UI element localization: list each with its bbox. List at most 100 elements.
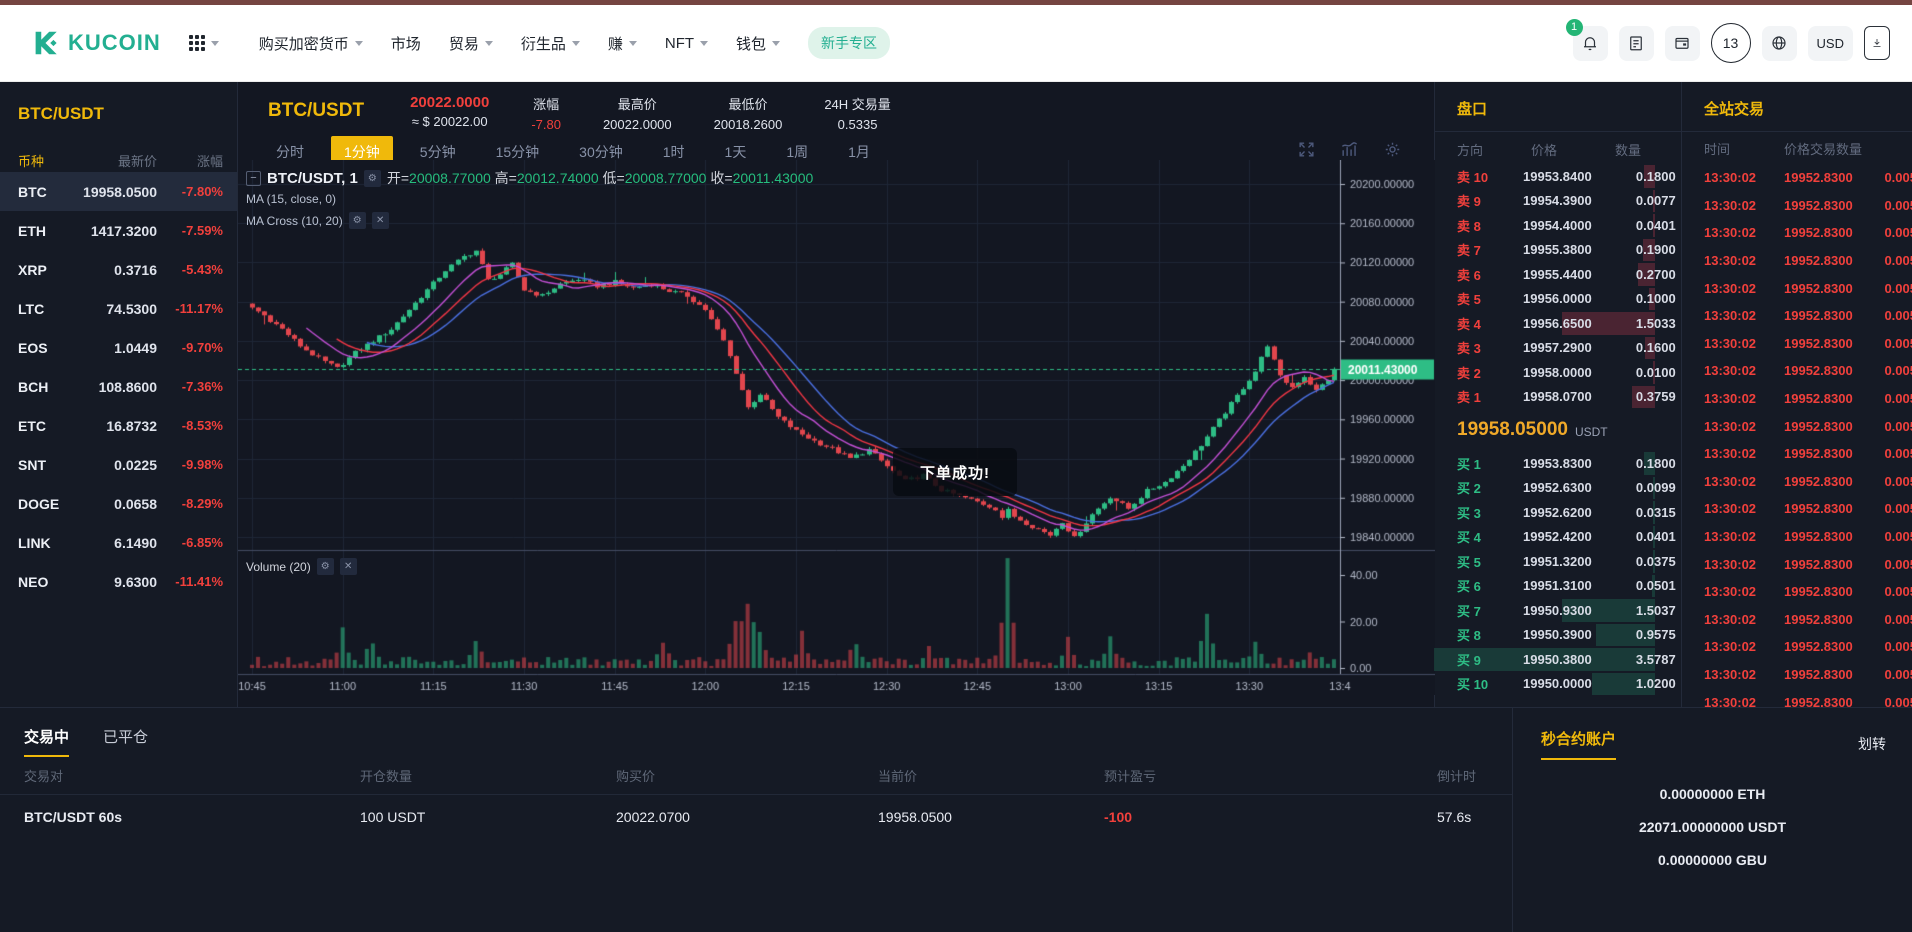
coin-row-ETH[interactable]: ETH1417.3200-7.59% <box>0 211 237 250</box>
tab-已平仓[interactable]: 已平仓 <box>103 726 148 757</box>
position-pair: BTC/USDT 60s <box>24 809 360 825</box>
orderbook-ask-row[interactable]: 卖 1019953.84000.1800 <box>1435 164 1681 189</box>
coin-row-ETC[interactable]: ETC16.8732-8.53% <box>0 406 237 445</box>
document-icon <box>1627 34 1645 52</box>
trade-row: 13:30:0219952.83000.005043 <box>1682 523 1912 551</box>
orderbook-ask-row[interactable]: 卖 419956.65001.5033 <box>1435 311 1681 336</box>
coin-row-LINK[interactable]: LINK6.1490-6.85% <box>0 523 237 562</box>
trade-time: 13:30:02 <box>1704 170 1784 185</box>
collapse-series-icon[interactable]: − <box>246 171 261 186</box>
order-price: 19956.0000 <box>1523 291 1592 306</box>
kucoin-logo-icon <box>30 28 60 58</box>
orderbook-bid-row[interactable]: 买 719950.93001.5037 <box>1435 598 1681 623</box>
orderbook-ask-row[interactable]: 卖 319957.29000.1600 <box>1435 336 1681 361</box>
menu-item-贸易[interactable]: 贸易 <box>449 33 493 54</box>
orderbook-ask-row[interactable]: 卖 219958.00000.0100 <box>1435 360 1681 385</box>
stat-value: 20018.2600 <box>714 117 783 132</box>
coin-row-SNT[interactable]: SNT0.0225-9.98% <box>0 445 237 484</box>
menu-item-钱包[interactable]: 钱包 <box>736 33 780 54</box>
orderbook-bid-row[interactable]: 买 219952.63000.0099 <box>1435 476 1681 501</box>
menu-item-NFT[interactable]: NFT <box>665 35 708 52</box>
ma-cross-settings-gear-icon[interactable]: ⚙ <box>349 212 366 229</box>
trade-qty: 0.005043 <box>1853 170 1912 185</box>
order-price: 19953.8400 <box>1523 169 1592 184</box>
apps-grid-icon[interactable] <box>189 35 219 51</box>
transfer-button[interactable]: 划转 <box>1858 734 1886 754</box>
open-orders-count-button[interactable]: 13 <box>1711 23 1751 63</box>
ohlc-item: 收=20011.43000 <box>706 170 813 186</box>
coin-row-DOGE[interactable]: DOGE0.0658-8.29% <box>0 484 237 523</box>
coin-change: -9.70% <box>157 340 223 355</box>
orderbook-bid-row[interactable]: 买 1019950.00001.0200 <box>1435 672 1681 697</box>
stat-涨幅: 涨幅-7.80 <box>531 94 561 132</box>
download-app-button[interactable] <box>1864 26 1890 60</box>
coin-change: -8.29% <box>157 496 223 511</box>
fullscreen-icon[interactable] <box>1297 140 1316 159</box>
coin-row-BCH[interactable]: BCH108.8600-7.36% <box>0 367 237 406</box>
col-direction: 方向 <box>1457 140 1523 159</box>
currency-selector[interactable]: USD <box>1808 26 1853 61</box>
series-settings-gear-icon[interactable]: ⚙ <box>364 170 381 187</box>
orderbook-ask-row[interactable]: 卖 619955.44000.2700 <box>1435 262 1681 287</box>
volume-indicator-row: Volume (20) ⚙ ✕ <box>246 558 357 575</box>
mid-price-row: 19958.05000 USDT <box>1435 409 1681 451</box>
stat-最高价: 最高价20022.0000 <box>603 94 672 132</box>
orderbook-bid-row[interactable]: 买 419952.42000.0401 <box>1435 525 1681 550</box>
coin-symbol: ETC <box>18 418 78 434</box>
orderbook-bid-row[interactable]: 买 119953.83000.1800 <box>1435 451 1681 476</box>
orderbook-ask-row[interactable]: 卖 119958.07000.3759 <box>1435 385 1681 410</box>
position-amount: 100 USDT <box>360 809 616 825</box>
coin-row-LTC[interactable]: LTC74.5300-11.17% <box>0 289 237 328</box>
side-label: 买 5 <box>1457 552 1523 571</box>
trade-price: 19952.8300 <box>1784 253 1853 268</box>
order-qty: 1.5033 <box>1592 316 1676 331</box>
trade-qty: 0.005043 <box>1853 474 1912 489</box>
trade-time: 13:30:02 <box>1704 308 1784 323</box>
orderbook-bid-row[interactable]: 买 919950.38003.5787 <box>1435 647 1681 672</box>
newbie-zone-badge[interactable]: 新手专区 <box>808 27 890 59</box>
order-qty: 0.0100 <box>1592 365 1676 380</box>
ma-cross-remove-icon[interactable]: ✕ <box>372 212 389 229</box>
trade-price: 19952.8300 <box>1784 391 1853 406</box>
coin-row-EOS[interactable]: EOS1.0449-9.70% <box>0 328 237 367</box>
notification-bell-button[interactable]: 1 <box>1573 26 1608 61</box>
kucoin-logo[interactable]: KUCOIN <box>30 28 161 58</box>
chart-panel: BTC/USDT 20022.0000 ≈ $ 20022.00 涨幅-7.80… <box>238 82 1435 707</box>
order-price: 19956.6500 <box>1523 316 1592 331</box>
side-label: 买 9 <box>1457 650 1523 669</box>
coin-change: -11.17% <box>157 301 223 316</box>
orderbook-bid-row[interactable]: 买 319952.62000.0315 <box>1435 500 1681 525</box>
last-price-block: 20022.0000 ≈ $ 20022.00 <box>410 94 489 129</box>
coin-row-BTC[interactable]: BTC19958.0500-7.80% <box>0 172 237 211</box>
ma-cross-indicator-row: MA Cross (10, 20) ⚙ ✕ <box>246 212 389 229</box>
orderbook-ask-row[interactable]: 卖 819954.40000.0401 <box>1435 213 1681 238</box>
coin-row-NEO[interactable]: NEO9.6300-11.41% <box>0 562 237 601</box>
chart-settings-gear-icon[interactable] <box>1383 140 1402 159</box>
menu-item-衍生品[interactable]: 衍生品 <box>521 33 580 54</box>
trade-time: 13:30:02 <box>1704 446 1784 461</box>
candlestick-chart[interactable] <box>238 160 1435 695</box>
orderbook-ask-row[interactable]: 卖 919954.39000.0077 <box>1435 189 1681 214</box>
menu-item-市场[interactable]: 市场 <box>391 33 421 54</box>
order-price: 19957.2900 <box>1523 340 1592 355</box>
menu-item-购买加密货币[interactable]: 购买加密货币 <box>259 33 363 54</box>
indicator-chart-icon[interactable] <box>1340 140 1359 159</box>
volume-remove-icon[interactable]: ✕ <box>340 558 357 575</box>
wallet-button[interactable] <box>1665 26 1700 61</box>
orderbook-ask-row[interactable]: 卖 719955.38000.1900 <box>1435 238 1681 263</box>
coin-row-XRP[interactable]: XRP0.3716-5.43% <box>0 250 237 289</box>
orderbook-bid-row[interactable]: 买 819950.39000.9575 <box>1435 623 1681 648</box>
trade-qty: 0.005043 <box>1853 667 1912 682</box>
trades-list: 13:30:0219952.83000.00504313:30:0219952.… <box>1682 164 1912 707</box>
orderbook-ask-row[interactable]: 卖 519956.00000.1000 <box>1435 287 1681 312</box>
orderbook-bid-row[interactable]: 买 619951.31000.0501 <box>1435 574 1681 599</box>
orderbook-bid-row[interactable]: 买 519951.32000.0375 <box>1435 549 1681 574</box>
language-button[interactable] <box>1762 26 1797 61</box>
volume-settings-gear-icon[interactable]: ⚙ <box>317 558 334 575</box>
tab-交易中[interactable]: 交易中 <box>24 726 69 757</box>
order-price: 19952.6300 <box>1523 480 1592 495</box>
order-qty: 0.0375 <box>1592 554 1676 569</box>
order-price: 19954.3900 <box>1523 193 1592 208</box>
menu-item-赚[interactable]: 赚 <box>608 33 637 54</box>
orders-button[interactable] <box>1619 26 1654 61</box>
